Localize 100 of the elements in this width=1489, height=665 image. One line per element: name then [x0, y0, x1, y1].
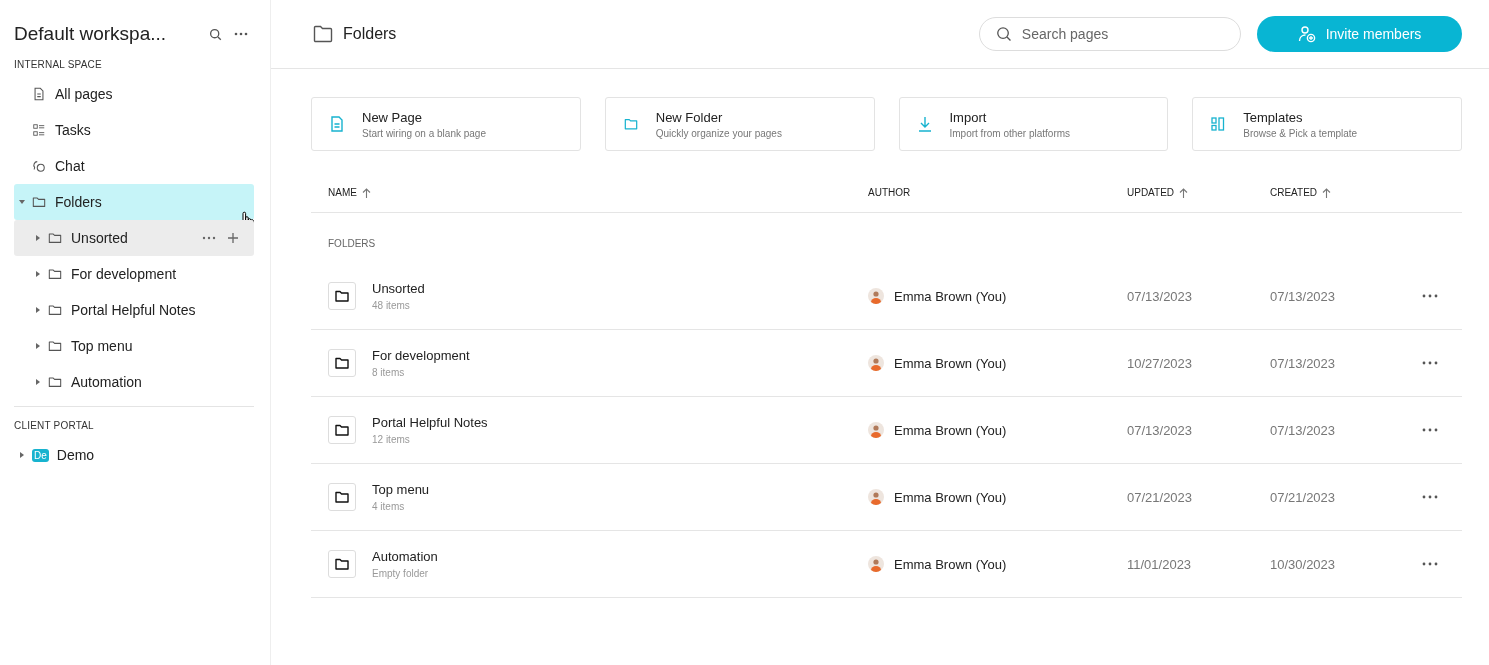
card-subtitle: Import from other platforms	[949, 127, 1071, 139]
chat-icon	[32, 159, 46, 173]
caret-icon[interactable]	[18, 198, 26, 206]
created-date: 07/13/2023	[1270, 422, 1337, 438]
avatar-icon	[868, 489, 884, 505]
section-label: INTERNAL SPACE	[14, 59, 103, 70]
caret-icon[interactable]	[34, 234, 42, 242]
card-title: New Page	[362, 109, 423, 125]
column-header[interactable]: AUTHOR	[868, 187, 911, 198]
section-label: CLIENT PORTAL	[14, 420, 95, 431]
sidebar-item[interactable]: Automation	[14, 364, 254, 400]
updated-date: 07/13/2023	[1127, 288, 1194, 304]
portal-badge: De	[32, 448, 49, 462]
page-title: Folders	[343, 25, 398, 43]
item-count: 8 items	[372, 367, 406, 378]
add-user-icon	[1297, 25, 1316, 43]
created-date: 07/13/2023	[1270, 288, 1337, 304]
action-card[interactable]: Import Import from other platforms	[898, 97, 1169, 151]
folder-icon	[328, 282, 356, 310]
more-icon[interactable]	[202, 236, 216, 240]
action-card[interactable]: New Page Start wiring on a blank page	[311, 97, 581, 151]
folder-icon	[48, 339, 62, 353]
created-date: 07/21/2023	[1270, 489, 1337, 505]
folder-icon	[328, 483, 356, 511]
document-icon	[330, 116, 344, 132]
created-date: 07/13/2023	[1270, 355, 1337, 371]
avatar-icon	[868, 556, 884, 572]
updated-date: 11/01/2023	[1127, 556, 1193, 572]
folder-icon	[328, 349, 356, 377]
folder-icon	[48, 267, 62, 281]
folder-icon	[32, 195, 46, 209]
sidebar-item[interactable]: Folders	[14, 184, 254, 220]
avatar-icon	[868, 288, 884, 304]
item-count: 12 items	[372, 434, 411, 445]
sidebar-item[interactable]: Chat	[14, 148, 254, 184]
sort-arrow-icon[interactable]	[361, 187, 371, 198]
sidebar-item[interactable]: Unsorted	[14, 220, 254, 256]
column-header[interactable]: UPDATED	[1127, 187, 1175, 198]
item-count: Empty folder	[372, 568, 430, 579]
item-count: 4 items	[372, 501, 406, 512]
folder-icon	[623, 117, 638, 131]
caret-icon[interactable]	[34, 342, 42, 350]
document-icon	[32, 87, 46, 101]
action-card[interactable]: New Folder Quickly organize your pages	[604, 97, 875, 151]
sidebar-item[interactable]: All pages	[14, 76, 254, 112]
more-icon[interactable]	[234, 32, 248, 36]
folder-icon	[328, 416, 356, 444]
folder-name[interactable]: Automation	[372, 549, 438, 564]
folder-icon	[48, 231, 62, 245]
more-icon[interactable]	[1422, 495, 1438, 499]
card-subtitle: Quickly organize your pages	[655, 127, 782, 139]
updated-date: 07/21/2023	[1127, 489, 1194, 505]
folder-icon	[328, 550, 356, 578]
card-title: Templates	[1243, 109, 1304, 125]
avatar-icon	[868, 422, 884, 438]
card-title: New Folder	[655, 109, 724, 125]
author-name: Emma Brown (You)	[894, 556, 1007, 572]
caret-icon[interactable]	[34, 270, 42, 278]
column-header[interactable]: CREATED	[1270, 187, 1318, 198]
card-title: Import	[949, 109, 988, 125]
more-icon[interactable]	[1422, 294, 1438, 298]
folder-icon	[48, 303, 62, 317]
templates-icon	[1211, 117, 1226, 131]
updated-date: 07/13/2023	[1127, 422, 1194, 438]
caret-icon[interactable]	[34, 378, 42, 386]
sidebar-item[interactable]: Tasks	[14, 112, 254, 148]
add-icon[interactable]	[228, 233, 238, 243]
sidebar-item[interactable]: Portal Helpful Notes	[14, 292, 254, 328]
column-header[interactable]: NAME	[328, 187, 357, 198]
created-date: 10/30/2023	[1270, 556, 1337, 572]
sort-arrow-icon[interactable]	[1179, 187, 1189, 198]
caret-icon[interactable]	[34, 306, 42, 314]
download-icon	[917, 116, 932, 132]
caret-icon[interactable]	[18, 451, 26, 459]
card-subtitle: Browse & Pick a template	[1243, 127, 1358, 139]
folder-name[interactable]: Top menu	[372, 482, 430, 497]
folder-name[interactable]: For development	[372, 348, 470, 363]
updated-date: 10/27/2023	[1127, 355, 1194, 371]
author-name: Emma Brown (You)	[894, 288, 1007, 304]
item-count: 48 items	[372, 300, 411, 311]
folder-icon	[48, 375, 62, 389]
author-name: Emma Brown (You)	[894, 355, 1007, 371]
action-card[interactable]: Templates Browse & Pick a template	[1192, 97, 1462, 151]
avatar-icon	[868, 355, 884, 371]
task-list-icon	[32, 123, 46, 137]
search-icon[interactable]	[209, 27, 222, 41]
folder-name[interactable]: Portal Helpful Notes	[372, 415, 488, 430]
sidebar-item[interactable]: Top menu	[14, 328, 254, 364]
sort-arrow-icon[interactable]	[1322, 187, 1332, 198]
more-icon[interactable]	[1422, 562, 1438, 566]
more-icon[interactable]	[1422, 428, 1438, 432]
more-icon[interactable]	[1422, 361, 1438, 365]
workspace-title[interactable]: Default workspa...	[14, 23, 197, 45]
sidebar-item[interactable]: De Demo	[14, 437, 254, 473]
card-subtitle: Start wiring on a blank page	[362, 127, 486, 139]
folder-name[interactable]: Unsorted	[372, 281, 425, 296]
author-name: Emma Brown (You)	[894, 422, 1007, 438]
sidebar-item[interactable]: For development	[14, 256, 254, 292]
search-icon	[996, 25, 1012, 43]
group-label: FOLDERS	[327, 237, 377, 251]
